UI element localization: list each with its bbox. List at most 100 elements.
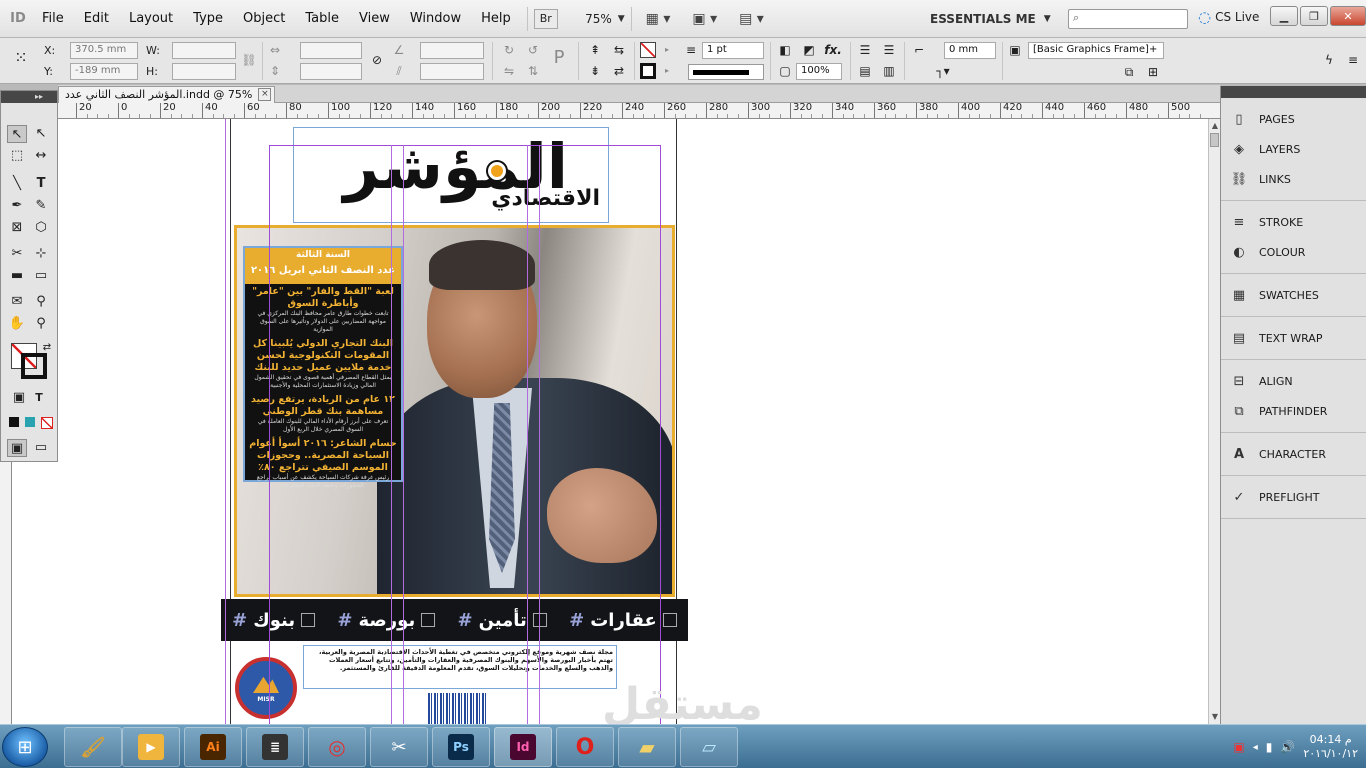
panel-dock-header[interactable] <box>1221 86 1366 98</box>
panel-preflight[interactable]: ✓ PREFLIGHT <box>1221 482 1366 512</box>
menu-table[interactable]: Table <box>295 0 349 38</box>
bridge-button[interactable]: Br <box>533 8 558 29</box>
document-tab[interactable]: المؤشر النصف الثاني عدد.indd @ 75% × <box>58 86 276 103</box>
panel-pages[interactable]: ▯ PAGES <box>1221 104 1366 134</box>
align-left-icon[interactable]: ☰ <box>856 42 874 58</box>
y-position-field[interactable]: -189 mm <box>70 63 138 80</box>
new-style-icon[interactable]: ⊞ <box>1144 64 1162 80</box>
scale-y-field[interactable] <box>300 63 362 80</box>
select-content-icon[interactable]: ⇟ <box>586 63 604 79</box>
menu-view[interactable]: View <box>349 0 400 38</box>
taskbar-indesign[interactable]: Id <box>494 727 552 767</box>
fill-dropdown-icon[interactable]: ▸ <box>658 42 676 58</box>
panel-links[interactable]: ⛓ LINKS <box>1221 164 1366 194</box>
scissors-tool-icon[interactable]: ✂ <box>7 245 27 263</box>
reference-point-icon[interactable]: ⁙ <box>12 50 30 66</box>
menu-edit[interactable]: Edit <box>74 0 119 38</box>
stroke-weight-select[interactable]: 1 pt <box>702 42 764 59</box>
lightning-icon[interactable]: ϟ <box>1320 52 1338 68</box>
corner-options-icon[interactable]: ⌐ <box>910 42 928 58</box>
document-page[interactable]: المؤشر الاقتصادي السنة الثالثة عدد النصف… <box>221 119 688 724</box>
clear-overrides-icon[interactable]: ⧉ <box>1120 64 1138 80</box>
gradient-swatch-tool-icon[interactable]: ▬ <box>7 267 27 285</box>
object-style-select[interactable]: [Basic Graphics Frame]+ <box>1028 42 1164 59</box>
scroll-up-icon[interactable]: ▲ <box>1210 121 1220 131</box>
rotate-ccw-icon[interactable]: ↺ <box>524 42 542 58</box>
line-tool-icon[interactable]: ╲ <box>7 175 27 193</box>
rectangle-frame-tool-icon[interactable]: ⊠ <box>7 219 27 237</box>
apply-gradient-swatch[interactable] <box>25 417 35 427</box>
arrange-documents-icon[interactable]: ▤ ▾ <box>739 11 764 27</box>
view-options-icon[interactable]: ▦ ▾ <box>646 11 671 27</box>
formatting-text-icon[interactable]: T <box>29 389 49 407</box>
constrain-proportions-icon[interactable]: ⛓ <box>240 52 258 68</box>
menu-window[interactable]: Window <box>400 0 471 38</box>
taskbar-media-player-icon[interactable]: ▶ <box>122 727 180 767</box>
close-tab-icon[interactable]: × <box>258 88 272 101</box>
selection-tool-icon[interactable]: ↖ <box>7 125 27 143</box>
zoom-dropdown-icon[interactable]: ▼ <box>618 14 625 24</box>
formatting-container-icon[interactable]: ▣ <box>9 389 29 407</box>
menu-type[interactable]: Type <box>183 0 233 38</box>
panel-layers[interactable]: ◈ LAYERS <box>1221 134 1366 164</box>
flip-vertical-icon[interactable]: ⇅ <box>524 63 542 79</box>
normal-view-icon[interactable]: ▣ <box>7 439 27 457</box>
taskbar-photoshop[interactable]: Ps <box>432 727 490 767</box>
taskbar-swirl-app-icon[interactable]: ◎ <box>308 727 366 767</box>
apply-color-swatch[interactable] <box>9 417 19 427</box>
minimize-button[interactable]: ▁ <box>1270 6 1298 26</box>
fx-icon[interactable]: fx. <box>824 42 842 58</box>
search-input[interactable]: ⌕ <box>1068 9 1188 29</box>
height-field[interactable] <box>172 63 236 80</box>
pasteboard[interactable]: المؤشر الاقتصادي السنة الثالثة عدد النصف… <box>12 119 1208 724</box>
gradient-feather-tool-icon[interactable]: ▭ <box>31 267 51 285</box>
clock[interactable]: 04:14 م ٢٠١٦/١٠/١٢ <box>1303 733 1358 761</box>
pencil-tool-icon[interactable]: ✎ <box>31 197 51 215</box>
taskbar-opera-icon[interactable]: O <box>556 727 614 767</box>
note-tool-icon[interactable]: ✉ <box>7 293 27 311</box>
restore-button[interactable]: ❐ <box>1300 6 1328 26</box>
panel-align[interactable]: ⊟ ALIGN <box>1221 366 1366 396</box>
menu-help[interactable]: Help <box>471 0 521 38</box>
screen-mode-icon[interactable]: ▣ ▾ <box>692 11 717 27</box>
taskbar-paint-icon[interactable]: 🖌 <box>64 727 122 767</box>
gap-tool-icon[interactable]: ↔ <box>31 147 51 165</box>
network-icon[interactable]: ▮ <box>1266 740 1273 754</box>
zoom-tool-icon[interactable]: ⚲ <box>31 315 51 333</box>
panel-character[interactable]: A CHARACTER <box>1221 439 1366 469</box>
panel-swatches[interactable]: ▦ SWATCHES <box>1221 280 1366 310</box>
width-field[interactable] <box>172 42 236 59</box>
scroll-down-icon[interactable]: ▼ <box>1210 712 1220 722</box>
hand-tool-icon[interactable]: ✋ <box>7 315 27 333</box>
tools-panel-header[interactable]: ▸▸ <box>1 91 57 103</box>
constrain-scale-icon[interactable]: ⊘ <box>368 52 386 68</box>
menu-object[interactable]: Object <box>233 0 295 38</box>
type-tool-icon[interactable]: T <box>31 175 51 193</box>
taskbar-folder-icon[interactable]: ▰ <box>618 727 676 767</box>
swap-colors-icon[interactable]: ⇄ <box>37 339 57 357</box>
align-center-icon[interactable]: ☰ <box>880 42 898 58</box>
cs-live-button[interactable]: ◌ CS Live <box>1198 8 1259 26</box>
show-hidden-icons-icon[interactable]: ◂ <box>1253 742 1258 753</box>
scroll-thumb[interactable] <box>1210 133 1219 147</box>
pen-tool-icon[interactable]: ✒ <box>7 197 27 215</box>
shear-field[interactable] <box>420 63 484 80</box>
drop-shadow-icon[interactable]: ◧ <box>776 42 794 58</box>
panel-pathfinder[interactable]: ⧉ PATHFINDER <box>1221 396 1366 426</box>
taskbar-notes-icon[interactable]: ▱ <box>680 727 738 767</box>
rotate-cw-icon[interactable]: ↻ <box>500 42 518 58</box>
workspace-switcher[interactable]: ESSENTIALS ME ▼ <box>930 0 1051 38</box>
menu-file[interactable]: File <box>32 0 74 38</box>
menu-layout[interactable]: Layout <box>119 0 183 38</box>
corner-size-field[interactable]: 0 mm <box>944 42 996 59</box>
x-position-field[interactable]: 370.5 mm <box>70 42 138 59</box>
select-previous-icon[interactable]: ⇆ <box>610 42 628 58</box>
effects-icon[interactable]: ◩ <box>800 42 818 58</box>
volume-icon[interactable]: 🔊 <box>1280 740 1295 754</box>
rotation-field[interactable] <box>420 42 484 59</box>
vertical-scrollbar[interactable]: ▲ ▼ <box>1208 119 1220 724</box>
fill-swatch[interactable] <box>640 42 656 58</box>
flip-horizontal-icon[interactable]: ⇋ <box>500 63 518 79</box>
direct-selection-tool-icon[interactable]: ↖ <box>31 125 51 143</box>
apply-none-swatch[interactable] <box>41 417 53 429</box>
